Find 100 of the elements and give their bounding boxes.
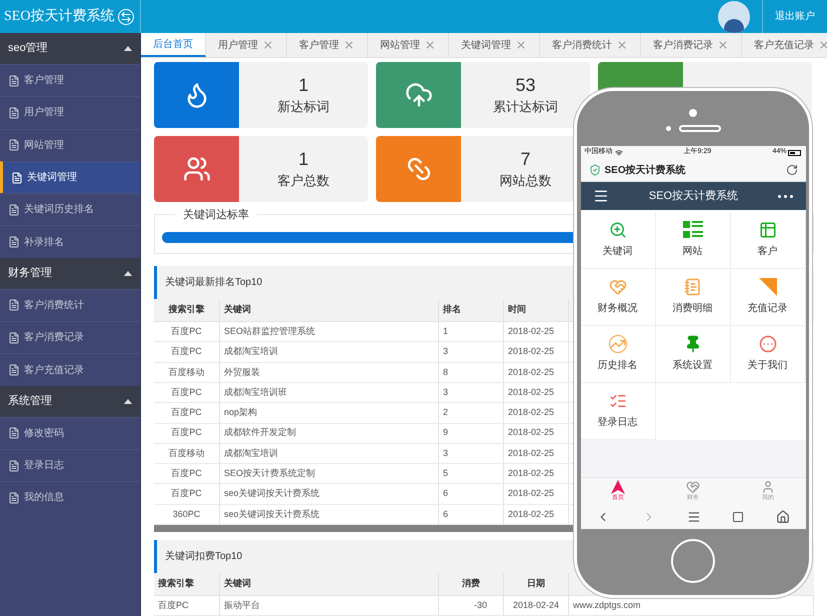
- home-icon[interactable]: [776, 510, 790, 524]
- table-cell: 2018-02-25: [504, 464, 569, 484]
- table-cell: 百度PC: [154, 424, 220, 443]
- cloud-upload-icon: [404, 81, 432, 109]
- switch-icon[interactable]: [118, 8, 134, 24]
- sidebar-item[interactable]: 用户管理: [0, 96, 140, 129]
- sidebar-item[interactable]: 登录日志: [0, 448, 140, 482]
- wifi-icon: [614, 148, 622, 156]
- table-cell: 2: [439, 403, 504, 423]
- table-cell: 外贸服装: [220, 362, 439, 382]
- sidebar-item[interactable]: 客户消费记录: [0, 321, 140, 354]
- menu-icon[interactable]: [592, 188, 608, 204]
- sidebar-section-header[interactable]: 系统管理: [0, 386, 140, 417]
- table-cell: 百度PC: [154, 382, 220, 402]
- column-header: 消费: [439, 572, 504, 595]
- reload-icon[interactable]: [786, 164, 798, 176]
- menu-tile[interactable]: 充值记录: [730, 269, 806, 326]
- menu-tile[interactable]: 消费明细: [656, 269, 730, 326]
- table-cell: -30: [439, 596, 504, 615]
- table-cell: 2018-02-25: [504, 362, 569, 382]
- menu-tile[interactable]: 客户: [730, 212, 806, 269]
- table-cell: 成都淘宝培训班: [220, 382, 439, 402]
- menu-tile[interactable]: 关键词: [580, 212, 656, 269]
- document-icon: [8, 106, 20, 119]
- app-title: SEO按天计费系统: [648, 188, 738, 204]
- collapse-caret-icon: [124, 270, 132, 276]
- page-tab[interactable]: 客户管理: [287, 33, 368, 57]
- stat-value: 7: [520, 148, 530, 172]
- table-cell: 8: [439, 362, 504, 382]
- menu-tile[interactable]: 网站: [656, 212, 730, 269]
- column-header: 搜索引擎: [154, 572, 220, 595]
- table-cell: seo关键词按天计费系统: [220, 504, 439, 524]
- note-icon: [684, 278, 702, 296]
- browser-title: SEO按天计费系统: [604, 164, 686, 178]
- table-cell: 6: [439, 504, 504, 524]
- page-tab[interactable]: 客户消费统计: [540, 33, 641, 57]
- sidebar-item[interactable]: 修改密码: [0, 416, 140, 449]
- close-icon[interactable]: [262, 39, 274, 51]
- stat-label: 网站总数: [500, 172, 552, 190]
- stat-value: 1: [298, 74, 308, 98]
- table-cell: 百度PC: [154, 484, 220, 504]
- close-icon[interactable]: [343, 39, 355, 51]
- battery-icon: [788, 150, 802, 156]
- sidebar-item[interactable]: 关键词管理: [0, 160, 140, 194]
- checklist-icon: [608, 392, 626, 410]
- close-icon[interactable]: [717, 39, 729, 51]
- close-icon[interactable]: [424, 39, 436, 51]
- corner-flag-icon: [758, 278, 776, 296]
- menu-icon[interactable]: [686, 510, 701, 524]
- page-tab[interactable]: 客户消费记录: [641, 33, 742, 57]
- section-title: 关键词扣费Top10: [165, 550, 242, 564]
- avatar-icon[interactable]: [718, 0, 750, 32]
- table-cell: 成都淘宝培训: [220, 342, 439, 362]
- document-icon: [8, 236, 20, 248]
- document-icon: [8, 427, 20, 440]
- close-icon[interactable]: [818, 39, 827, 51]
- menu-tile[interactable]: 关于我们: [730, 326, 806, 383]
- list-icon: [682, 221, 702, 239]
- table-cell: 3: [439, 444, 504, 464]
- shield-icon: [588, 164, 600, 176]
- page-tab[interactable]: 后台首页: [141, 33, 206, 57]
- menu-tile[interactable]: 系统设置: [656, 326, 730, 383]
- close-icon[interactable]: [515, 39, 527, 51]
- table-cell: 1: [439, 322, 504, 342]
- table-cell: 2018-02-25: [504, 444, 569, 464]
- tabs-icon[interactable]: [732, 510, 744, 522]
- more-icon[interactable]: [778, 194, 794, 198]
- table-cell: 3: [439, 382, 504, 402]
- column-header: 时间: [504, 299, 569, 322]
- table-cell: SEO按天计费系统定制: [220, 464, 439, 484]
- menu-circle-icon: [758, 335, 776, 353]
- home-button[interactable]: [671, 539, 715, 583]
- sidebar-item[interactable]: 我的信息: [0, 481, 140, 514]
- document-icon: [8, 139, 20, 152]
- sidebar-item[interactable]: 客户管理: [0, 64, 140, 96]
- page-tab[interactable]: 客户充值记录: [742, 33, 827, 57]
- collapse-caret-icon: [124, 46, 132, 51]
- close-icon[interactable]: [616, 39, 628, 51]
- sidebar-section-header[interactable]: seo管理: [0, 33, 140, 64]
- document-icon: [8, 332, 20, 344]
- table-cell: 6: [439, 484, 504, 504]
- users-icon: [182, 155, 210, 183]
- page-tab[interactable]: 关键词管理: [449, 33, 540, 57]
- column-header: 排名: [439, 299, 504, 322]
- stat-value: 53: [515, 74, 536, 98]
- table-cell: 2018-02-25: [504, 504, 569, 524]
- page-tab[interactable]: 网站管理: [368, 33, 449, 57]
- menu-tile[interactable]: 财务概况: [580, 269, 656, 326]
- page-tab[interactable]: 用户管理: [206, 33, 287, 57]
- table-cell: nop架构: [220, 403, 439, 423]
- table-cell: 百度PC: [154, 596, 220, 615]
- menu-tile[interactable]: 历史排名: [580, 326, 656, 383]
- table-cell: 360PC: [154, 504, 220, 524]
- table-cell: 2018-02-25: [504, 322, 569, 342]
- speaker-slot: [678, 125, 720, 132]
- stat-value: 1: [298, 148, 308, 172]
- sidebar-section-header[interactable]: 财务管理: [0, 258, 140, 289]
- sidebar-item[interactable]: 客户消费统计: [0, 288, 140, 322]
- document-icon: [8, 492, 20, 504]
- sidebar-item[interactable]: 关键词历史排名: [0, 193, 140, 226]
